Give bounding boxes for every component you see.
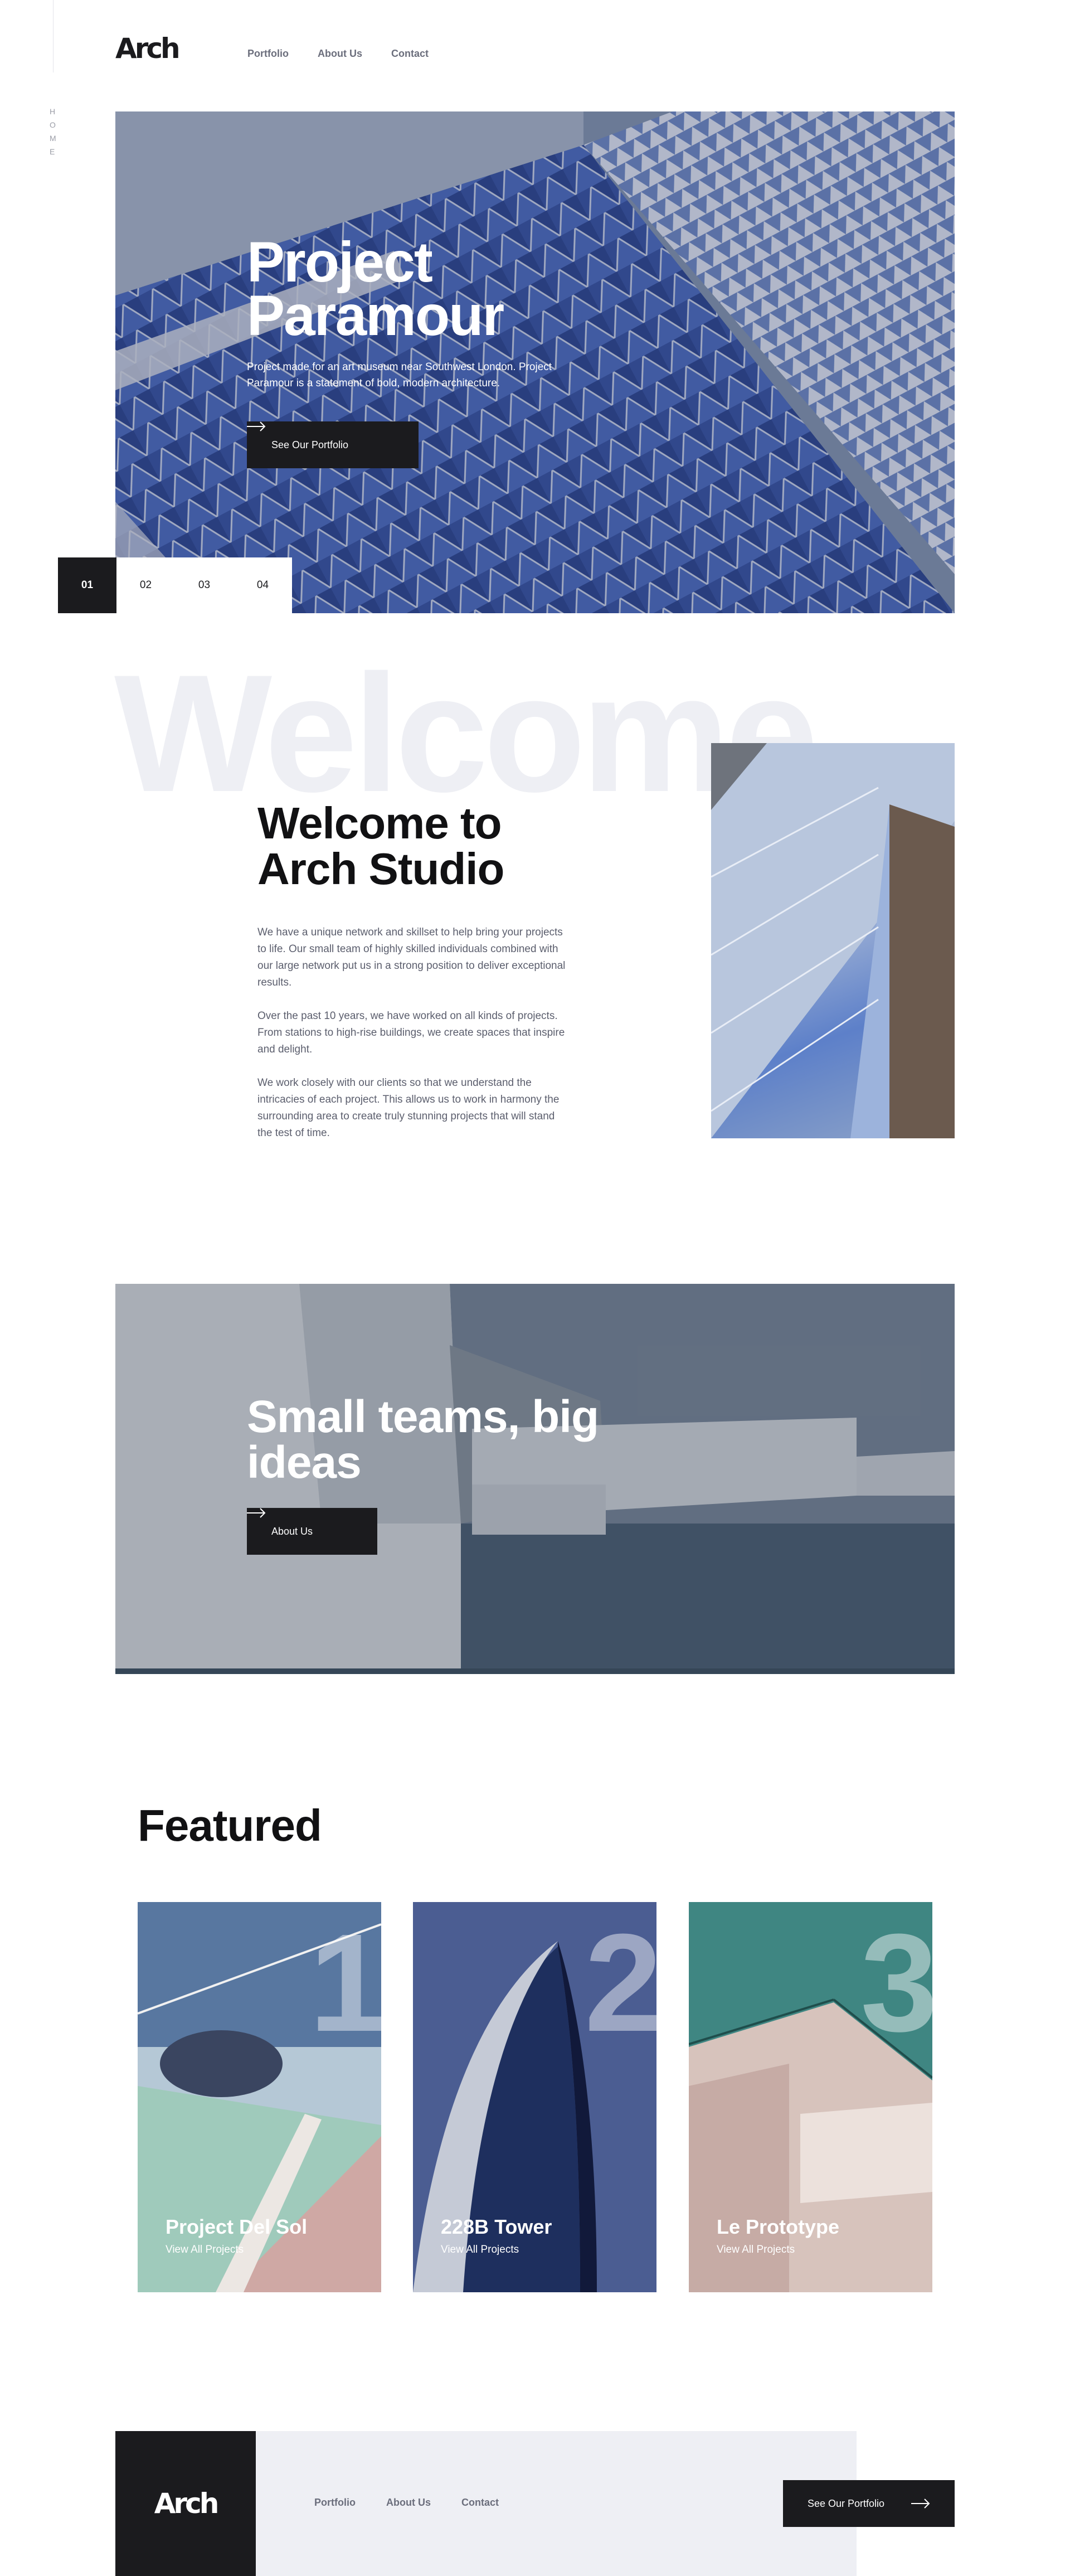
card-link[interactable]: View All Projects	[441, 2244, 519, 2256]
slide-button-03[interactable]: 03	[175, 557, 234, 613]
slide-button-04[interactable]: 04	[234, 557, 292, 613]
card-number: 1	[309, 1905, 381, 2060]
rail-divider	[53, 0, 54, 72]
arrow-right-icon	[247, 1508, 266, 1518]
footer-see-portfolio-label: See Our Portfolio	[808, 2497, 885, 2509]
footer-logo-box[interactable]: Arch	[115, 2431, 256, 2576]
nav-contact[interactable]: Contact	[391, 48, 429, 60]
arrow-right-icon	[247, 421, 266, 431]
welcome-paragraph: Over the past 10 years, we have worked o…	[257, 1010, 565, 1055]
footer-nav: Portfolio About Us Contact	[314, 2497, 499, 2509]
home-vertical-label: HOME	[50, 107, 62, 156]
featured-card-project-del-sol[interactable]: 1 Project Del Sol View All Projects	[138, 1902, 381, 2292]
footer-nav-contact[interactable]: Contact	[461, 2497, 499, 2509]
footer-nav-about-us[interactable]: About Us	[386, 2497, 431, 2509]
nav-portfolio[interactable]: Portfolio	[247, 48, 289, 60]
about-us-label: About Us	[271, 1525, 313, 1537]
welcome-building-image	[711, 743, 955, 1138]
slide-button-01[interactable]: 01	[58, 557, 116, 613]
teams-title: Small teams, big ideas	[247, 1391, 599, 1488]
welcome-image-art	[711, 743, 955, 1138]
footer-see-portfolio-button[interactable]: See Our Portfolio	[783, 2480, 955, 2527]
footer-logo: Arch	[154, 2487, 220, 2520]
card-number: 2	[584, 1905, 656, 2060]
featured-title: Featured	[138, 1801, 322, 1850]
card-name: Project Del Sol	[166, 2215, 308, 2238]
small-teams-banner: Small teams, big ideas About Us	[115, 1284, 955, 1674]
arrow-right-icon	[911, 2499, 930, 2509]
hero-title: Project Paramour	[247, 230, 504, 347]
featured-card-le-prototype[interactable]: 3 Le Prototype View All Projects	[689, 1902, 932, 2292]
welcome-paragraph: We work closely with our clients so that…	[257, 1077, 560, 1139]
welcome-body: We have a unique network and skillset to…	[257, 924, 570, 1158]
card-name: 228B Tower	[441, 2215, 552, 2238]
card-link[interactable]: View All Projects	[166, 2244, 244, 2256]
footer-nav-portfolio[interactable]: Portfolio	[314, 2497, 356, 2509]
logo[interactable]: Arch	[115, 35, 181, 62]
featured-card-228b-tower[interactable]: 2 228B Tower View All Projects	[413, 1902, 656, 2292]
nav-about-us[interactable]: About Us	[318, 48, 362, 60]
hero-description: Project made for an art museum near Sout…	[247, 361, 552, 389]
welcome-paragraph: We have a unique network and skillset to…	[257, 926, 566, 988]
see-portfolio-button[interactable]: See Our Portfolio	[247, 421, 419, 468]
about-us-button[interactable]: About Us	[247, 1508, 377, 1555]
card-number: 3	[860, 1905, 932, 2060]
card-link[interactable]: View All Projects	[717, 2244, 795, 2256]
welcome-background-word: Welcome	[114, 639, 819, 827]
main-nav: Portfolio About Us Contact	[247, 48, 429, 60]
card-name: Le Prototype	[717, 2215, 840, 2238]
hero-banner: Project Paramour Project made for an art…	[115, 111, 955, 613]
hero-slide-pager: 01 02 03 04	[58, 557, 292, 613]
see-portfolio-label: See Our Portfolio	[271, 439, 349, 450]
slide-button-02[interactable]: 02	[116, 557, 175, 613]
welcome-title: Welcome to Arch Studio	[257, 798, 504, 894]
